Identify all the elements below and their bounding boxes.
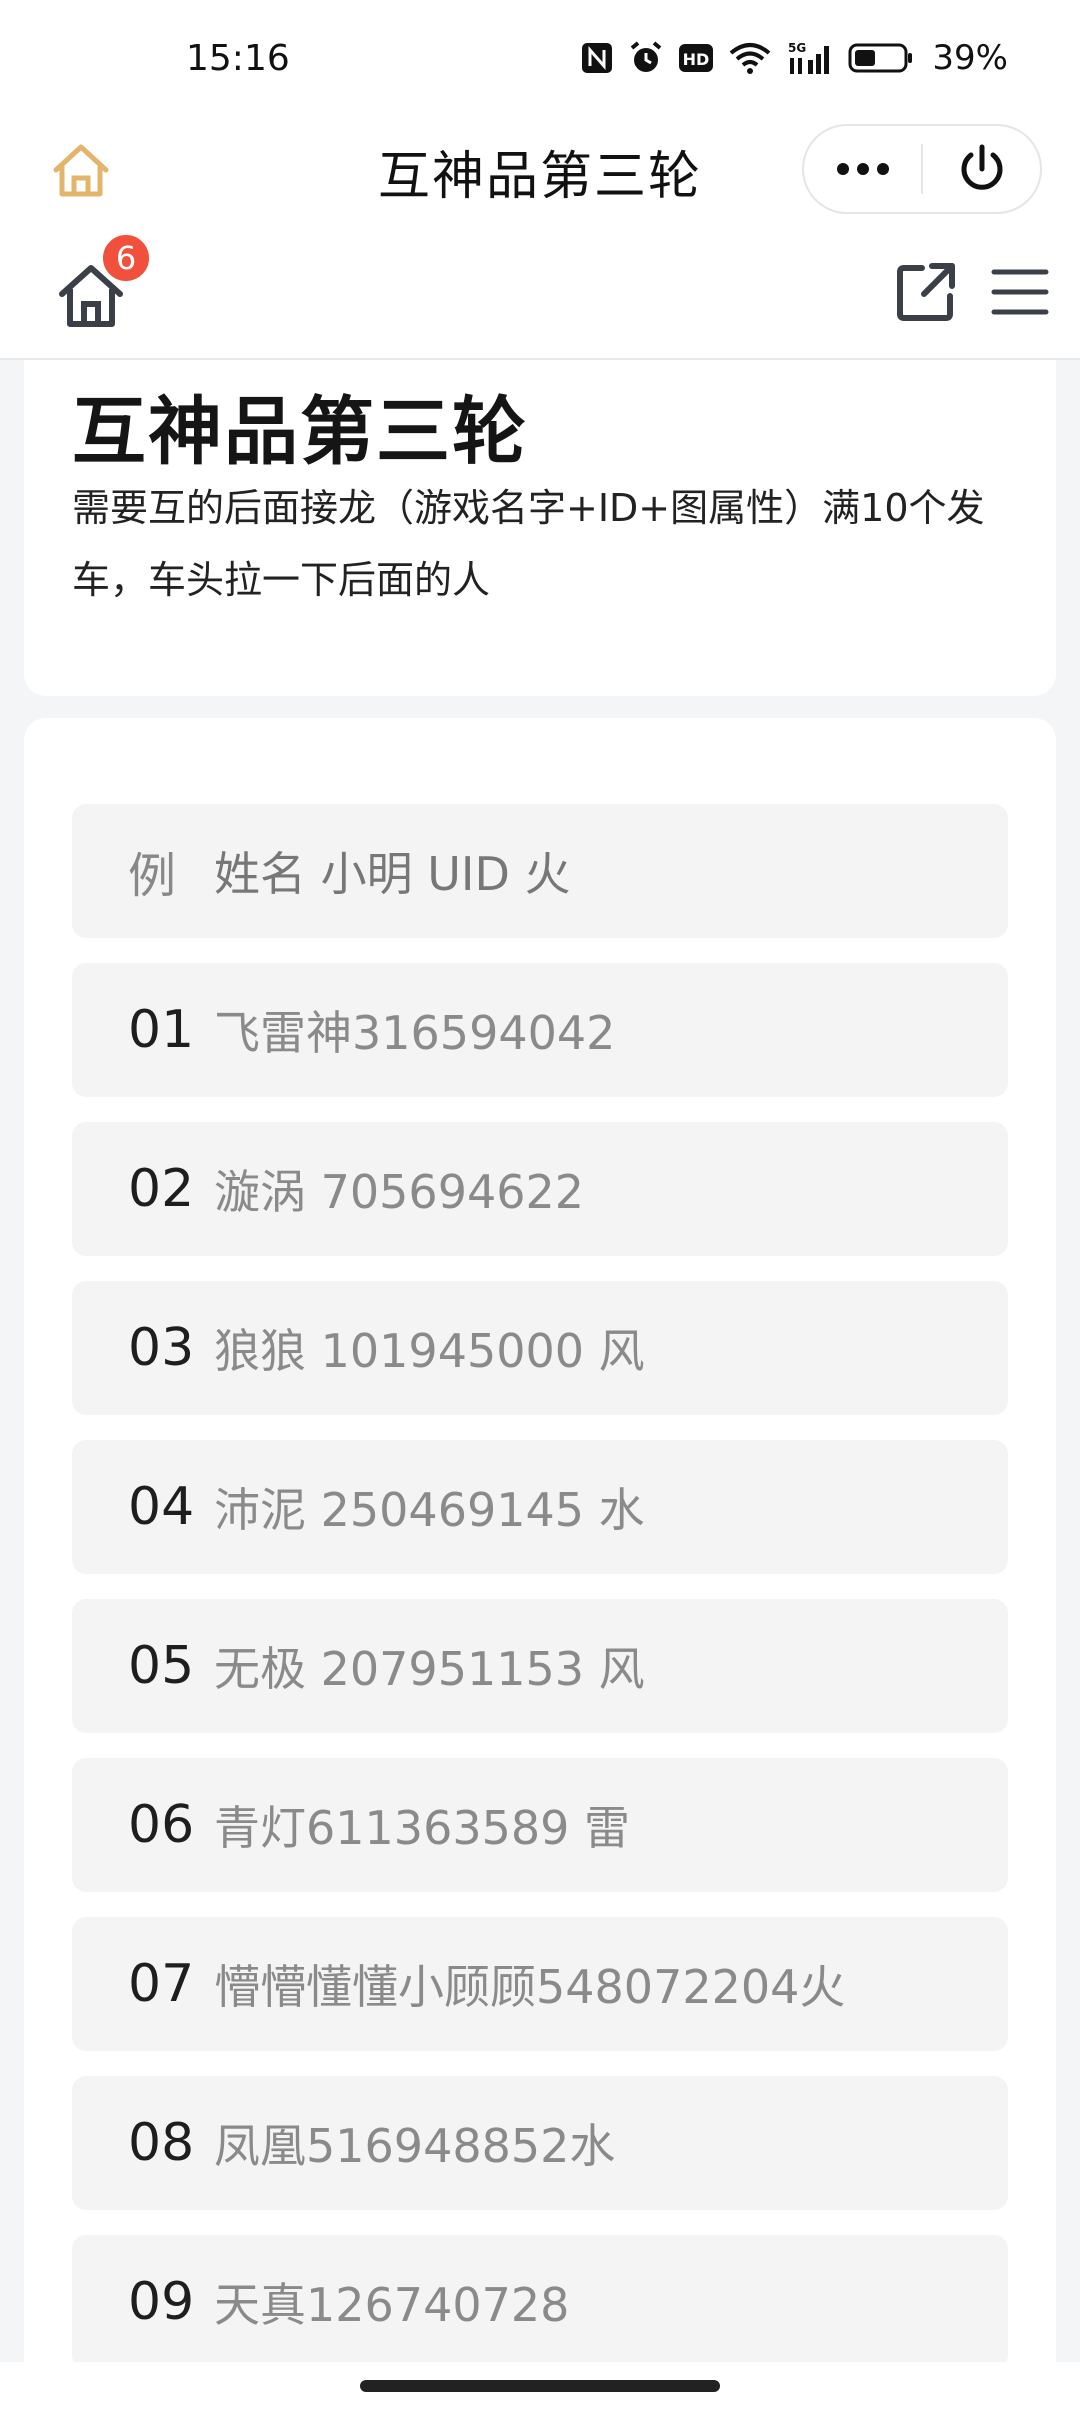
- hd-icon: HD: [678, 42, 714, 74]
- list-item[interactable]: 05 无极 207951153 风: [72, 1599, 1008, 1733]
- info-description: 需要互的后面接龙（游戏名字+ID+图属性）满10个发车，车头拉一下后面的人: [72, 486, 985, 602]
- item-number: 07: [128, 1954, 195, 2014]
- wifi-icon: [728, 41, 772, 75]
- item-text: 懵懵懂懂小顾顾548072204火: [214, 1960, 846, 2014]
- status-time: 15:16: [186, 38, 290, 79]
- nfc-icon: [580, 41, 614, 75]
- signal-label: 5G: [788, 41, 806, 55]
- example-row: 例 姓名 小明 UID 火: [72, 804, 1008, 938]
- list-item[interactable]: 08 凤凰516948852水: [72, 2076, 1008, 2210]
- battery-percent: 39%: [932, 38, 1008, 78]
- item-number: 05: [128, 1636, 195, 1696]
- item-number: 04: [128, 1477, 195, 1537]
- app-header: 互神品第三轮: [0, 120, 1080, 232]
- list-item[interactable]: 04 沛泥 250469145 水: [72, 1440, 1008, 1574]
- entry-list: 例 姓名 小明 UID 火 01 飞雷神316594042 02 漩涡 7056…: [24, 718, 1056, 2408]
- item-text: 青灯611363589 雷: [214, 1801, 631, 1855]
- more-button[interactable]: [804, 126, 921, 212]
- item-number: 06: [128, 1795, 195, 1855]
- list-item[interactable]: 09 天真126740728: [72, 2235, 1008, 2369]
- item-text: 漩涡 705694622: [214, 1165, 585, 1219]
- item-text: 飞雷神316594042: [214, 1006, 616, 1060]
- battery-icon: [848, 42, 914, 74]
- alarm-icon: [628, 40, 664, 76]
- power-icon: [961, 144, 1002, 190]
- item-text: 无极 207951153 风: [214, 1642, 645, 1696]
- item-text: 狼狼 101945000 风: [214, 1324, 645, 1378]
- list-item[interactable]: 01 飞雷神316594042: [72, 963, 1008, 1097]
- example-label: 例: [128, 848, 177, 904]
- list-item[interactable]: 02 漩涡 705694622: [72, 1122, 1008, 1256]
- capsule-menu: [802, 124, 1042, 214]
- item-number: 09: [128, 2272, 195, 2332]
- close-button[interactable]: [923, 126, 1040, 212]
- item-text: 沛泥 250469145 水: [214, 1483, 645, 1537]
- svg-text:HD: HD: [683, 50, 710, 69]
- list-item[interactable]: 07 懵懵懂懂小顾顾548072204火: [72, 1917, 1008, 2051]
- gesture-handle[interactable]: [360, 2380, 720, 2392]
- list-item[interactable]: 03 狼狼 101945000 风: [72, 1281, 1008, 1415]
- status-bar: 15:16 HD 5G 39%: [0, 0, 1080, 120]
- info-card: 互神品第三轮 需要互的后面接龙（游戏名字+ID+图属性）满10个发车，车头拉一下…: [24, 360, 1056, 696]
- item-number: 08: [128, 2113, 195, 2173]
- item-text: 凤凰516948852水: [214, 2119, 616, 2173]
- page-toolbar: 6: [0, 232, 1080, 360]
- signal-icon: 5G: [786, 40, 834, 76]
- item-number: 03: [128, 1318, 195, 1378]
- info-title: 互神品第三轮: [72, 389, 528, 475]
- example-text: 姓名 小明 UID 火: [214, 847, 571, 901]
- item-text: 天真126740728: [214, 2278, 570, 2332]
- notification-badge: 6: [100, 232, 152, 284]
- status-icons: HD 5G 39%: [580, 36, 1008, 80]
- list-item[interactable]: 06 青灯611363589 雷: [72, 1758, 1008, 1892]
- item-number: 02: [128, 1159, 195, 1219]
- item-number: 01: [128, 1000, 195, 1060]
- menu-icon[interactable]: [990, 262, 1050, 322]
- more-dots-icon: [836, 163, 889, 175]
- share-icon[interactable]: [894, 260, 958, 324]
